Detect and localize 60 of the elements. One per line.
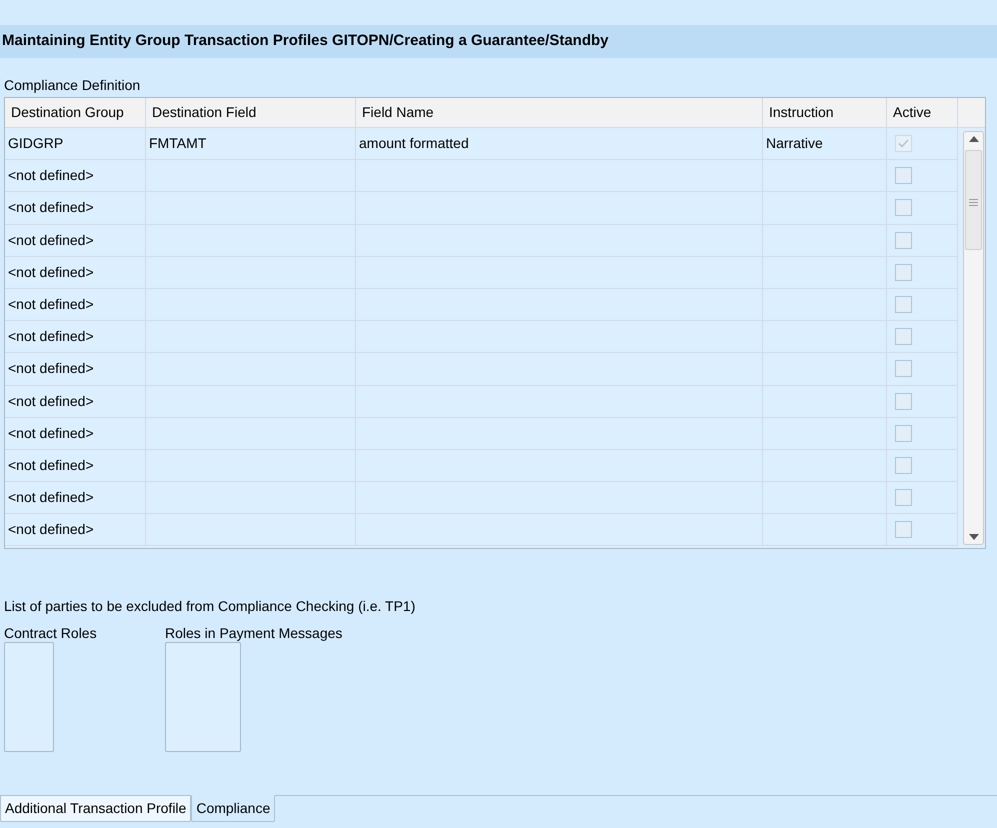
table-cell-text: <not defined> [8, 488, 94, 508]
checkbox[interactable] [895, 232, 912, 249]
table-row[interactable]: <not defined> [5, 418, 958, 450]
checkbox[interactable] [895, 360, 912, 378]
table-cell-text: <not defined> [8, 327, 94, 346]
table-cell-text: <not defined> [8, 359, 94, 378]
window-title: Maintaining Entity Group Transaction Profiles GITOPN/Creating a Guarantee/Standby [2, 31, 608, 52]
checkbox[interactable] [895, 328, 912, 346]
tab[interactable]: Compliance [191, 795, 276, 822]
list-label: Roles in Payment Messages [165, 625, 342, 642]
checkbox[interactable] [895, 199, 912, 216]
table-row[interactable]: <not defined> [5, 256, 958, 289]
column-header[interactable]: Destination Group [8, 102, 127, 123]
checkbox[interactable] [895, 489, 912, 506]
table-cell-text: <not defined> [8, 424, 94, 443]
section-title: Compliance Definition [4, 76, 140, 94]
table-row[interactable]: <not defined> [5, 192, 958, 225]
table-row[interactable]: <not defined> [5, 514, 958, 546]
checkbox[interactable] [895, 392, 912, 410]
table-cell-text: <not defined> [8, 198, 94, 218]
table-cell-text: <not defined> [8, 230, 94, 250]
scroll-down-icon[interactable] [968, 534, 978, 540]
column-header[interactable]: Active [890, 102, 934, 123]
table-row[interactable]: <not defined> [5, 321, 958, 354]
table-cell-text: <not defined> [8, 295, 94, 314]
list-box[interactable] [165, 642, 241, 752]
list-label: Contract Roles [4, 625, 97, 642]
table-cell-text: <not defined> [8, 520, 94, 540]
table-row[interactable]: <not defined> [5, 386, 958, 418]
table-row[interactable]: <not defined> [5, 450, 958, 482]
column-header[interactable]: Destination Field [149, 102, 260, 123]
table-cell-text: <not defined> [8, 456, 94, 475]
table-row[interactable]: <not defined> [5, 482, 958, 514]
scroll-thumb[interactable] [965, 150, 982, 250]
table-cell-text: Narrative [766, 134, 823, 154]
checkbox[interactable] [895, 521, 912, 538]
grip-icon [969, 199, 978, 206]
column-header[interactable]: Field Name [359, 102, 437, 123]
table-cell-text: amount formatted [359, 134, 469, 154]
table-row[interactable]: <not defined> [5, 224, 958, 257]
checkbox[interactable] [895, 456, 912, 474]
checkbox[interactable] [895, 424, 912, 442]
table-cell-text: FMTAMT [149, 134, 206, 154]
table-cell-text: GIDGRP [8, 134, 64, 154]
table-row[interactable]: <not defined> [5, 288, 958, 322]
table-row[interactable]: <not defined> [5, 160, 958, 192]
checkbox[interactable] [895, 167, 912, 184]
check-icon [898, 139, 909, 148]
scroll-up-icon[interactable] [968, 136, 978, 142]
column-header[interactable]: Instruction [766, 102, 837, 123]
table-row[interactable]: <not defined> [5, 353, 958, 386]
table-cell-text: <not defined> [8, 166, 94, 186]
checkbox[interactable] [895, 264, 912, 281]
exclusions-title: List of parties to be excluded from Compliance Checking (i.e. TP1) [4, 597, 416, 615]
tab[interactable]: Additional Transaction Profile [0, 795, 192, 822]
table-cell-text: <not defined> [8, 262, 94, 282]
list-box[interactable] [4, 642, 54, 752]
checkbox[interactable] [895, 296, 912, 314]
table-cell-text: <not defined> [8, 392, 94, 411]
scrollbar[interactable] [963, 131, 984, 545]
